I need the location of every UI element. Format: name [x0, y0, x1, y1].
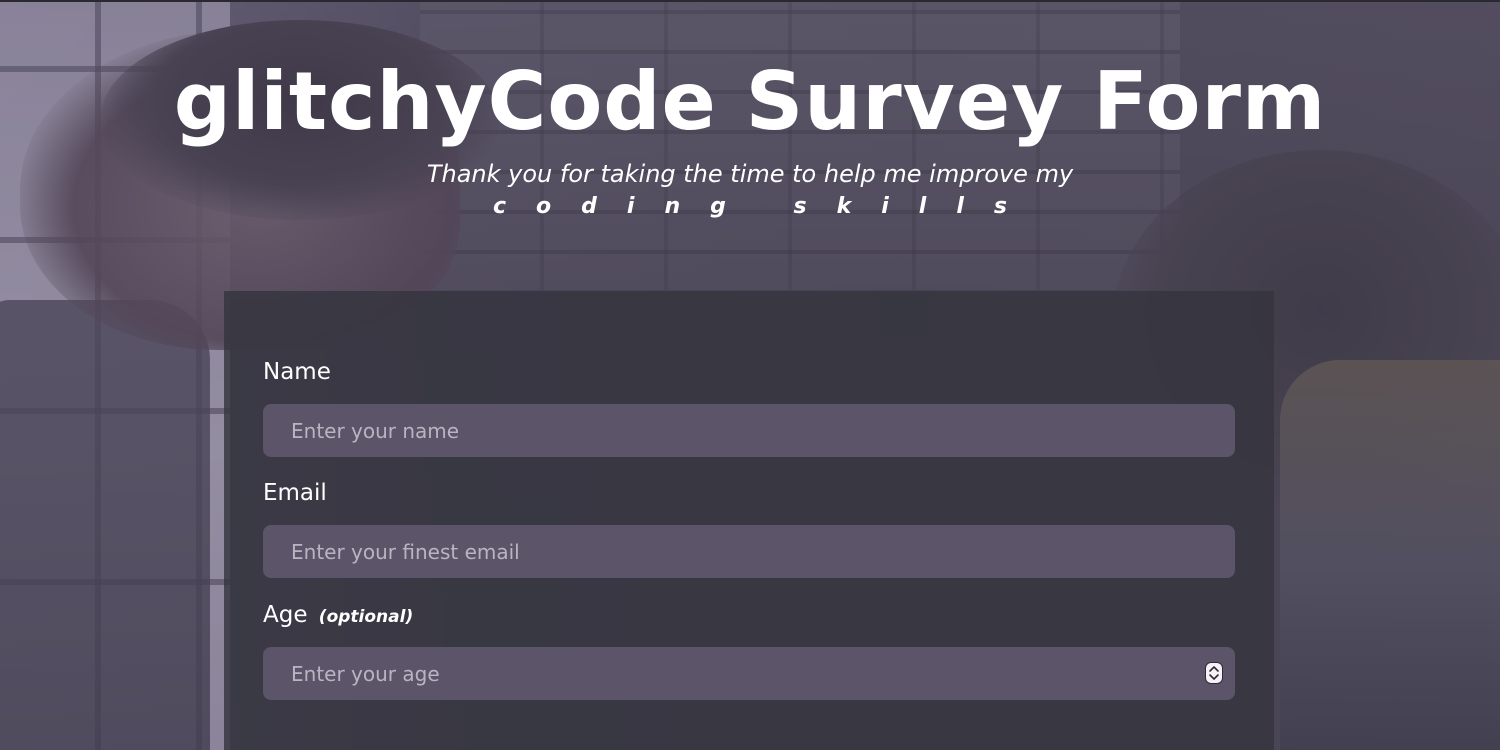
- age-optional-note: (optional): [318, 607, 414, 627]
- age-label: Age (optional): [263, 600, 413, 632]
- survey-form: Name Email Age (optional): [224, 291, 1274, 750]
- age-input[interactable]: [263, 647, 1235, 700]
- stepper-arrows-icon[interactable]: [1205, 662, 1223, 684]
- email-input[interactable]: [263, 525, 1235, 578]
- page-description-emphasis: coding skills: [493, 194, 1037, 219]
- page-description: Thank you for taking the time to help me…: [426, 160, 1074, 188]
- name-label-text: Name: [263, 359, 331, 385]
- email-label-text: Email: [263, 480, 327, 506]
- age-field-wrapper: [263, 647, 1235, 700]
- name-label: Name: [263, 357, 331, 387]
- page-title: glitchyCode Survey Form: [173, 55, 1327, 148]
- email-label: Email: [263, 478, 327, 508]
- name-input[interactable]: [263, 404, 1235, 457]
- age-label-text: Age: [263, 602, 308, 628]
- top-border: [0, 0, 1500, 2]
